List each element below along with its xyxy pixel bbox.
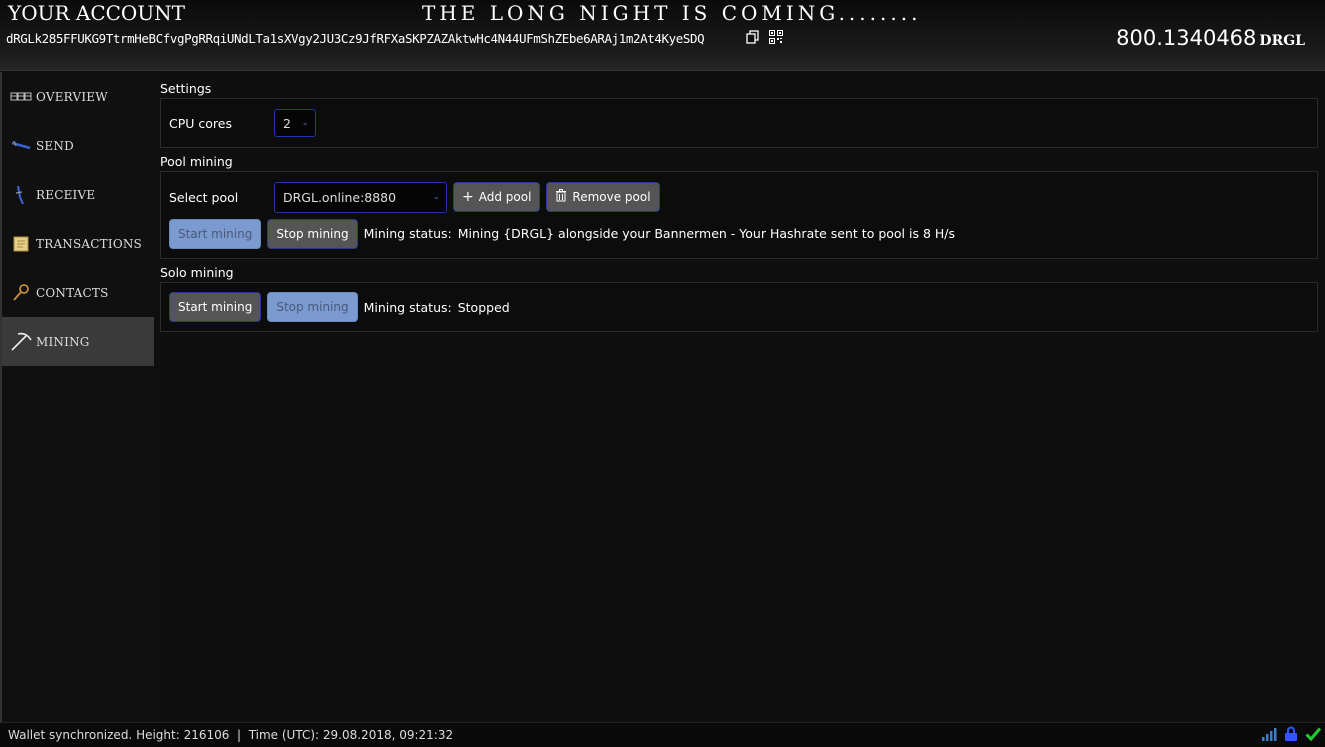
- sidebar-item-label: CONTACTS: [36, 285, 109, 300]
- solo-stop-mining-label: Stop mining: [276, 300, 349, 314]
- signal-icon: [1261, 726, 1277, 742]
- sidebar-item-label: TRANSACTIONS: [36, 236, 142, 251]
- sidebar-item-mining[interactable]: MINING: [2, 317, 154, 366]
- settings-title: Settings: [160, 81, 212, 96]
- send-icon: [10, 135, 32, 157]
- settings-panel: CPU cores 2 ⌄: [160, 98, 1318, 148]
- sidebar-item-label: SEND: [36, 138, 74, 153]
- trash-icon: [555, 188, 567, 206]
- sidebar-item-label: OVERVIEW: [36, 89, 108, 104]
- tagline: THE LONG NIGHT IS COMING........: [422, 1, 922, 25]
- lock-icon: [1283, 726, 1299, 742]
- account-title: YOUR ACCOUNT: [8, 1, 186, 25]
- chevron-down-icon: ⌄: [301, 118, 309, 128]
- receive-icon: [10, 184, 32, 206]
- copy-icon[interactable]: [746, 29, 760, 44]
- pool-mining-panel: Select pool DRGL.online:8880 ⌄ + Add poo…: [160, 171, 1318, 259]
- chevron-down-icon: ⌄: [432, 192, 440, 202]
- cpu-cores-label: CPU cores: [169, 115, 232, 131]
- cpu-cores-select[interactable]: 2 ⌄: [274, 109, 316, 137]
- overview-icon: [10, 86, 32, 108]
- balance: 800.1340468 DRGL: [1116, 26, 1305, 50]
- solo-mining-panel: Start mining Stop mining Mining status: S…: [160, 282, 1318, 332]
- sync-status-text: Wallet synchronized. Height: 216106 | Ti…: [8, 728, 454, 742]
- wallet-address: dRGLk285FFUKG9TtrmHeBCfvgPgRRqiUNdLTa1sX…: [6, 31, 705, 46]
- pool-mining-status: Mining status: Mining {DRGL} alongside yo…: [364, 226, 955, 241]
- balance-value: 800.1340468: [1116, 26, 1257, 50]
- cpu-cores-value: 2: [283, 115, 291, 131]
- pool-start-mining-button[interactable]: Start mining: [169, 218, 262, 249]
- remove-pool-label: Remove pool: [572, 190, 651, 204]
- solo-stop-mining-button[interactable]: Stop mining: [267, 292, 358, 322]
- remove-pool-button[interactable]: Remove pool: [546, 182, 660, 212]
- pool-stop-mining-button[interactable]: Stop mining: [267, 218, 358, 249]
- solo-mining-status: Mining status: Stopped: [364, 300, 510, 315]
- mining-page: Settings CPU cores 2 ⌄ Pool mining Selec…: [160, 80, 1318, 332]
- sidebar-item-send[interactable]: SEND: [2, 121, 154, 170]
- transactions-icon: [10, 233, 32, 255]
- solo-start-mining-label: Start mining: [178, 300, 253, 314]
- balance-unit: DRGL: [1259, 33, 1305, 49]
- select-pool-label: Select pool: [169, 189, 239, 205]
- contacts-icon: [10, 282, 32, 304]
- sidebar-item-label: RECEIVE: [36, 187, 96, 202]
- pool-stop-mining-label: Stop mining: [276, 226, 349, 241]
- solo-status-label: Mining status:: [363, 299, 452, 315]
- add-pool-button[interactable]: + Add pool: [453, 182, 541, 212]
- solo-status-value: Stopped: [457, 299, 510, 315]
- pool-start-mining-label: Start mining: [178, 226, 253, 241]
- sidebar-item-overview[interactable]: OVERVIEW: [2, 72, 154, 121]
- pool-status-value: Mining {DRGL} alongside your Bannermen -…: [457, 226, 956, 241]
- sidebar: OVERVIEW SEND RECEIVE TRANSACTIONS CONTA…: [0, 72, 154, 722]
- pool-status-label: Mining status:: [363, 226, 452, 241]
- qr-code-icon[interactable]: [769, 29, 784, 44]
- solo-start-mining-button[interactable]: Start mining: [169, 292, 262, 322]
- checkmark-icon: [1305, 726, 1322, 742]
- sidebar-item-contacts[interactable]: CONTACTS: [2, 268, 154, 317]
- mining-icon: [10, 331, 32, 353]
- pool-select[interactable]: DRGL.online:8880 ⌄: [274, 181, 447, 213]
- pool-mining-title: Pool mining: [160, 154, 233, 169]
- status-bar: Wallet synchronized. Height: 216106 | Ti…: [0, 722, 1325, 747]
- add-pool-label: Add pool: [478, 190, 532, 204]
- pool-select-value: DRGL.online:8880: [283, 189, 397, 205]
- solo-mining-title: Solo mining: [160, 265, 234, 280]
- sidebar-item-receive[interactable]: RECEIVE: [2, 170, 154, 219]
- sidebar-item-label: MINING: [36, 334, 90, 349]
- header: YOUR ACCOUNT THE LONG NIGHT IS COMING...…: [0, 0, 1325, 71]
- plus-icon: +: [462, 189, 474, 205]
- sidebar-item-transactions[interactable]: TRANSACTIONS: [2, 219, 154, 268]
